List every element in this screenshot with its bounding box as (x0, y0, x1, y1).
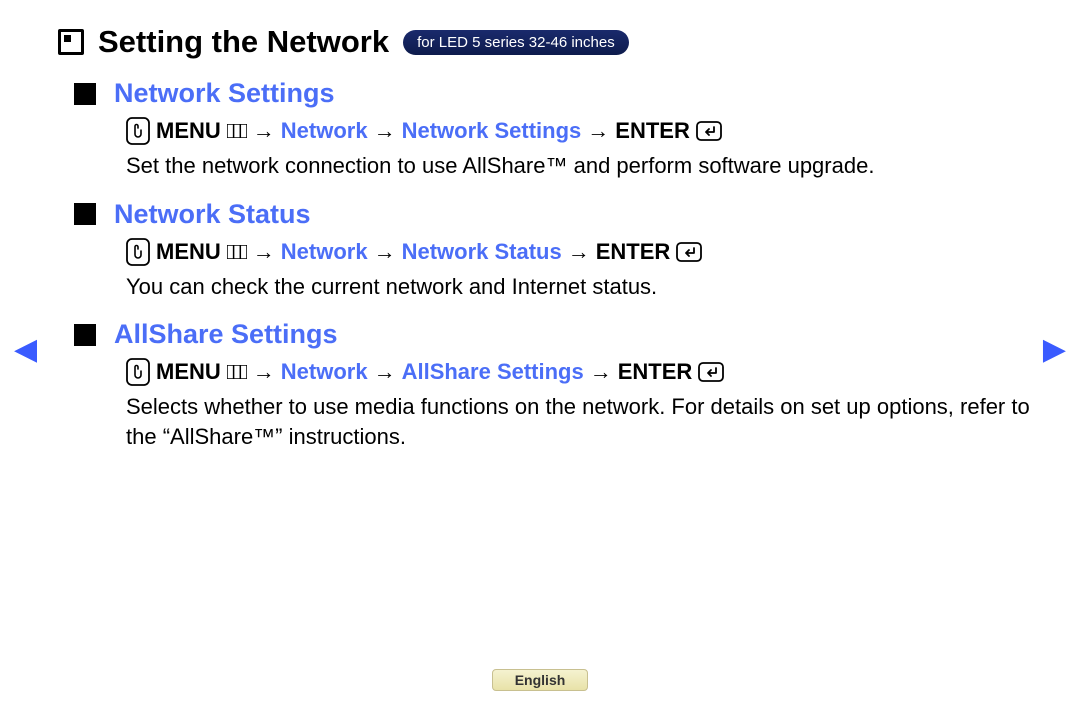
model-badge: for LED 5 series 32-46 inches (403, 30, 629, 55)
menu-path-allshare-settings: MENU → Network → AllShare Settings → ENT… (126, 358, 1030, 386)
section-desc-allshare-settings: Selects whether to use media functions o… (126, 392, 1030, 451)
enter-icon (676, 242, 702, 262)
menu-label: MENU (156, 359, 221, 385)
menu-label: MENU (156, 118, 221, 144)
section-title-allshare-settings: AllShare Settings (114, 319, 338, 350)
section-marker-icon (58, 29, 84, 55)
next-page-arrow[interactable]: ▶ (1043, 332, 1066, 367)
page-title: Setting the Network (98, 24, 389, 60)
menu-label: MENU (156, 239, 221, 265)
menu-path-network-status: MENU → Network → Network Status → ENTER (126, 238, 1030, 266)
hand-icon (126, 358, 150, 386)
enter-label: ENTER (618, 359, 693, 385)
section-title-network-status: Network Status (114, 199, 311, 230)
menu-grid-icon (227, 245, 247, 259)
enter-icon (698, 362, 724, 382)
language-badge: English (492, 669, 589, 691)
section-title-network-settings: Network Settings (114, 78, 335, 109)
prev-page-arrow[interactable]: ◀ (14, 332, 37, 367)
menu-path-network-settings: MENU → Network → Network Settings → ENTE… (126, 117, 1030, 145)
square-bullet-icon (74, 324, 96, 346)
section-desc-network-status: You can check the current network and In… (126, 272, 1030, 302)
menu-grid-icon (227, 365, 247, 379)
square-bullet-icon (74, 83, 96, 105)
hand-icon (126, 117, 150, 145)
hand-icon (126, 238, 150, 266)
enter-label: ENTER (615, 118, 690, 144)
enter-icon (696, 121, 722, 141)
enter-label: ENTER (596, 239, 671, 265)
menu-grid-icon (227, 124, 247, 138)
section-desc-network-settings: Set the network connection to use AllSha… (126, 151, 1030, 181)
square-bullet-icon (74, 203, 96, 225)
